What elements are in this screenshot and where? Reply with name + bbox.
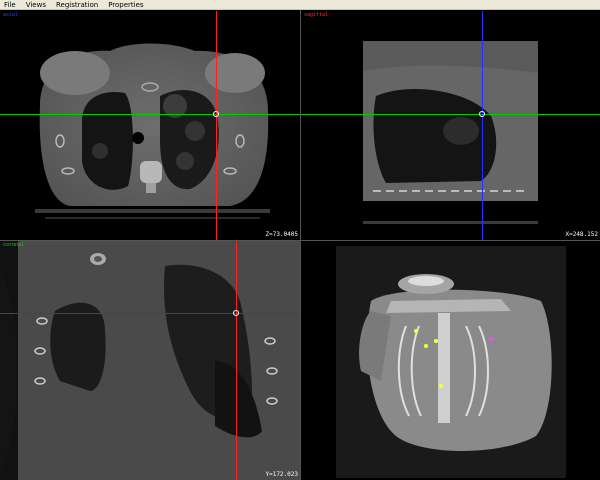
- sagittal-slice-position: X=248.152: [565, 231, 598, 238]
- coronal-view-tag: coronal: [3, 242, 25, 248]
- axial-crosshair-center-icon[interactable]: [213, 111, 219, 117]
- coronal-slice-position: Y=172.023: [265, 471, 298, 478]
- menu-file[interactable]: File: [4, 0, 16, 10]
- menu-properties[interactable]: Properties: [108, 0, 143, 10]
- view-splitter-vertical[interactable]: [300, 10, 301, 480]
- app-window: File Views Registration Properties axial…: [0, 0, 600, 480]
- axial-ct-slice: [35, 43, 270, 219]
- axial-crosshair-vertical[interactable]: [216, 11, 217, 240]
- sagittal-crosshair-center-icon[interactable]: [479, 111, 485, 117]
- axial-view[interactable]: axial Z=73.0405: [0, 11, 300, 240]
- sagittal-view-tag: sagittal: [304, 12, 329, 18]
- axial-crosshair-horizontal[interactable]: [0, 114, 300, 115]
- menu-bar: File Views Registration Properties: [0, 0, 600, 10]
- menu-registration[interactable]: Registration: [56, 0, 98, 10]
- sagittal-view[interactable]: sagittal X=248.152: [301, 11, 600, 240]
- coronal-ct-slice: [0, 241, 300, 480]
- volume-render-image: [336, 246, 566, 478]
- sagittal-crosshair-vertical[interactable]: [482, 11, 483, 240]
- axial-slice-position: Z=73.0405: [265, 231, 298, 238]
- volume-render-view[interactable]: [301, 241, 600, 480]
- axial-view-tag: axial: [3, 12, 19, 18]
- coronal-crosshair-horizontal[interactable]: [0, 313, 300, 314]
- coronal-crosshair-center-icon[interactable]: [233, 310, 239, 316]
- coronal-view[interactable]: coronal Y=172.023: [0, 241, 300, 480]
- view-splitter-horizontal[interactable]: [0, 240, 600, 241]
- sagittal-crosshair-horizontal[interactable]: [301, 114, 600, 115]
- sagittal-ct-slice: [363, 41, 538, 224]
- menu-views[interactable]: Views: [26, 0, 46, 10]
- coronal-crosshair-vertical[interactable]: [236, 241, 237, 480]
